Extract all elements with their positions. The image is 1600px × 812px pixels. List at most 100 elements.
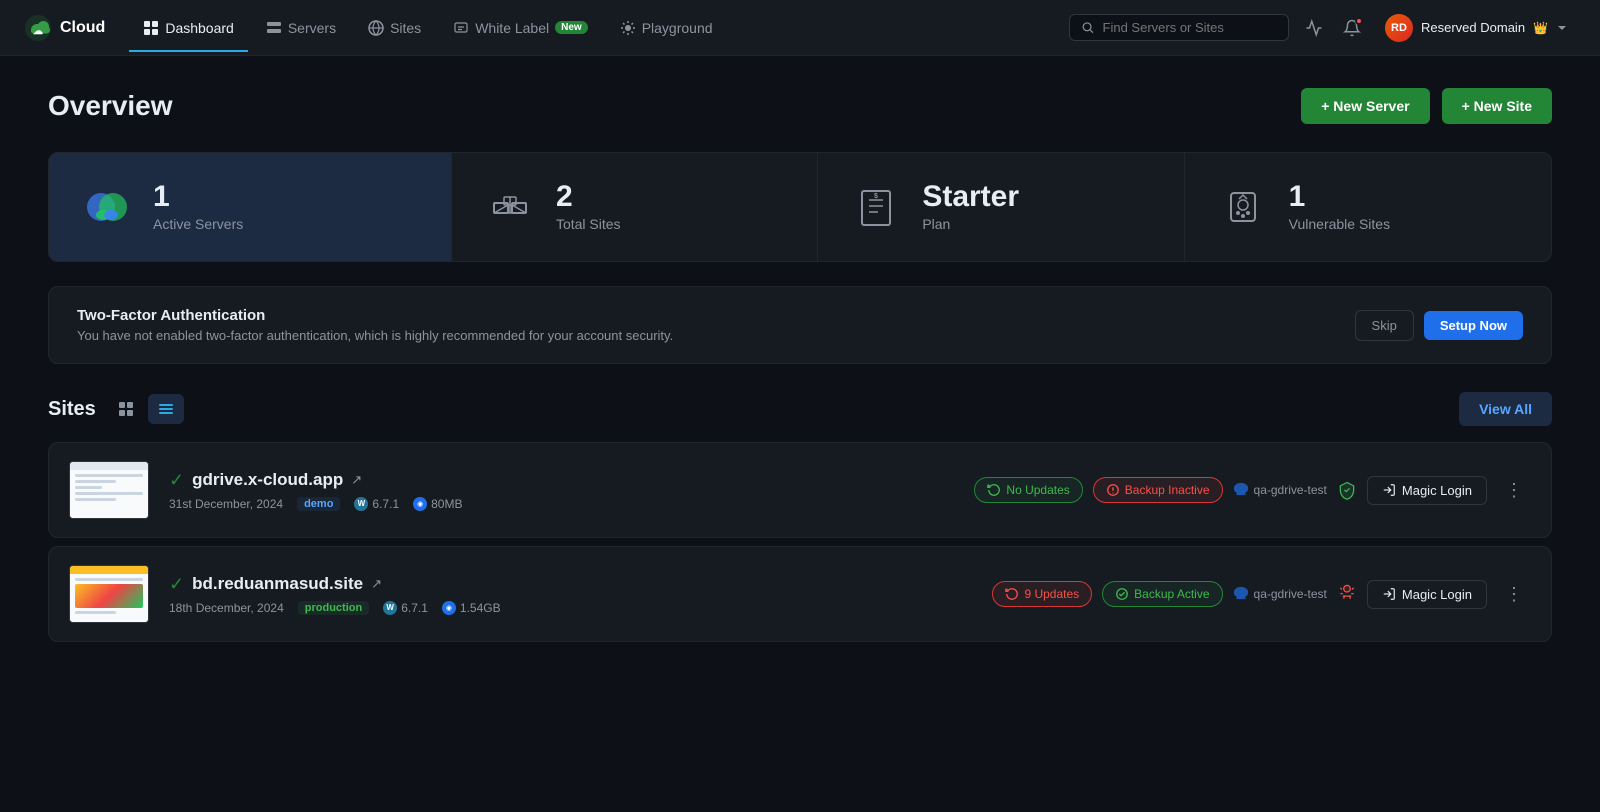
nav-label-whitelabel: White Label [475,20,549,36]
external-link-icon[interactable]: ↗ [351,472,362,488]
stat-number-vulnerable: 1 [1289,182,1390,212]
backup-icon [1106,483,1120,497]
wordpress-icon: W [383,601,397,615]
site-thumbnail [69,565,149,623]
tfa-skip-button[interactable]: Skip [1355,310,1414,341]
refresh-icon [1005,587,1019,601]
logo-text: Cloud [60,19,105,37]
magic-login-button[interactable]: Magic Login [1367,476,1487,505]
nav-item-whitelabel[interactable]: White Label New [439,14,602,42]
notification-wrapper [1339,15,1365,41]
svg-text:$: $ [874,193,878,200]
external-link-icon[interactable]: ↗ [371,576,382,592]
header-actions: + New Server + New Site [1301,88,1552,124]
stat-label-servers: Active Servers [153,216,243,232]
activity-icon-btn[interactable] [1301,15,1327,41]
username-label: Reserved Domain [1421,20,1525,35]
nav-right: RD Reserved Domain 👑 [1069,10,1576,46]
site-info: ✓ gdrive.x-cloud.app ↗ 31st December, 20… [169,470,954,511]
nav-item-dashboard[interactable]: Dashboard [129,14,248,42]
server-icon [1233,482,1249,498]
site-name-row: ✓ gdrive.x-cloud.app ↗ [169,470,954,491]
size-icon: ◉ [413,497,427,511]
stats-grid: 1 Active Servers 2 Total Si [48,152,1552,262]
search-bar[interactable] [1069,14,1289,41]
new-site-button[interactable]: + New Site [1442,88,1552,124]
site-row: ✓ gdrive.x-cloud.app ↗ 31st December, 20… [48,442,1552,538]
updates-chip: 9 Updates [992,581,1092,607]
site-date: 31st December, 2024 [169,497,283,511]
stat-icon-sites [484,181,536,233]
nav-label-playground: Playground [642,20,713,36]
view-all-button[interactable]: View All [1459,392,1552,426]
stat-icon-servers [81,181,133,233]
stat-active-servers[interactable]: 1 Active Servers [49,153,452,261]
tfa-actions: Skip Setup Now [1355,310,1523,341]
more-options-button[interactable]: ⋮ [1497,580,1531,609]
site-meta: 18th December, 2024 production W 6.7.1 ◉… [169,601,972,615]
site-row: ✓ bd.reduanmasud.site ↗ 18th December, 2… [48,546,1552,642]
list-view-btn[interactable] [148,394,184,424]
nav-label-sites: Sites [390,20,421,36]
stat-number-servers: 1 [153,182,243,212]
backup-chip: Backup Inactive [1093,477,1223,503]
stat-number-sites: 2 [556,182,621,212]
stat-icon-vulnerable [1217,181,1269,233]
server-chip: qa-gdrive-test [1233,482,1327,498]
grid-icon [118,401,134,417]
logo[interactable]: ☁ Cloud [24,14,105,42]
tfa-text: Two-Factor Authentication You have not e… [77,307,673,343]
page-title: Overview [48,90,173,122]
backup-active-icon [1115,587,1129,601]
nav-item-playground[interactable]: Playground [606,14,727,42]
more-options-button[interactable]: ⋮ [1497,476,1531,505]
magic-login-button[interactable]: Magic Login [1367,580,1487,609]
nav-item-sites[interactable]: Sites [354,14,435,42]
site-wp: W 6.7.1 [354,497,399,511]
stat-info-sites: 2 Total Sites [556,182,621,232]
nav-label-servers: Servers [288,20,336,36]
list-icon [158,401,174,417]
stat-plan[interactable]: $ Starter Plan [818,153,1184,261]
site-thumbnail [69,461,149,519]
site-actions: 9 Updates Backup Active qa-gdrive-test [992,580,1531,609]
stat-info-plan: Starter Plan [922,182,1019,232]
tfa-setup-button[interactable]: Setup Now [1424,311,1523,340]
stat-label-sites: Total Sites [556,216,621,232]
page-header: Overview + New Server + New Site [48,88,1552,124]
site-env: production [298,601,369,615]
size-icon: ◉ [442,601,456,615]
site-info: ✓ bd.reduanmasud.site ↗ 18th December, 2… [169,574,972,615]
stat-total-sites[interactable]: 2 Total Sites [452,153,818,261]
avatar: RD [1385,14,1413,42]
site-status-icon: ✓ [169,574,184,595]
nav-label-dashboard: Dashboard [165,20,234,36]
site-name[interactable]: bd.reduanmasud.site [192,574,363,594]
user-menu-btn[interactable]: RD Reserved Domain 👑 [1377,10,1576,46]
site-name-row: ✓ bd.reduanmasud.site ↗ [169,574,972,595]
bug-icon-wrapper [1337,582,1357,607]
grid-view-btn[interactable] [108,394,144,424]
sites-title: Sites [48,398,96,421]
chevron-down-icon [1556,22,1568,34]
refresh-icon [987,483,1001,497]
tfa-description: You have not enabled two-factor authenti… [77,328,673,343]
wordpress-icon: W [354,497,368,511]
search-input[interactable] [1103,20,1276,35]
stat-label-vulnerable: Vulnerable Sites [1289,216,1390,232]
whitelabel-badge: New [555,21,588,34]
login-icon [1382,483,1396,497]
stat-vulnerable[interactable]: 1 Vulnerable Sites [1185,153,1551,261]
nav-item-servers[interactable]: Servers [252,14,350,42]
stat-number-plan: Starter [922,182,1019,212]
site-size: ◉ 80MB [413,497,462,511]
sites-header: Sites View All [48,392,1552,426]
sites-title-row: Sites [48,394,184,424]
tfa-title: Two-Factor Authentication [77,307,673,324]
tfa-banner: Two-Factor Authentication You have not e… [48,286,1552,364]
login-icon [1382,587,1396,601]
site-name[interactable]: gdrive.x-cloud.app [192,470,343,490]
notification-dot [1355,17,1363,25]
new-server-button[interactable]: + New Server [1301,88,1429,124]
stat-info-servers: 1 Active Servers [153,182,243,232]
